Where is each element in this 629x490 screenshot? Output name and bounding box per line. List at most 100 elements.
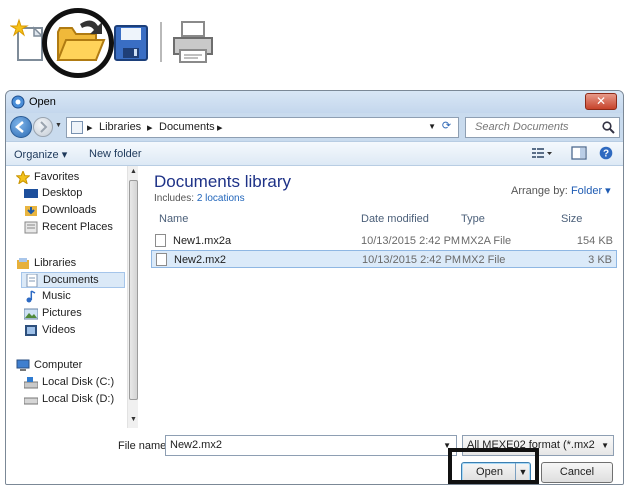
videos-icon <box>25 325 37 336</box>
desktop-icon <box>24 189 38 198</box>
nav-recent-places[interactable]: Recent Places <box>24 220 124 236</box>
cancel-button[interactable]: Cancel <box>541 462 613 483</box>
file-type: MX2A File <box>461 235 512 247</box>
libraries-icon <box>17 258 29 269</box>
close-button[interactable]: ✕ <box>585 93 617 110</box>
library-includes: Includes: 2 locations <box>154 193 245 204</box>
scroll-up-icon[interactable]: ▲ <box>130 168 137 175</box>
documents-icon <box>26 274 38 287</box>
nav-label: Local Disk (D:) <box>42 393 115 405</box>
address-separator: ▸ <box>147 122 153 134</box>
nav-label: Videos <box>42 324 76 336</box>
scroll-down-icon[interactable]: ▼ <box>130 416 137 423</box>
search-placeholder: Search Documents <box>475 121 569 133</box>
view-options-icon[interactable] <box>531 146 553 160</box>
app-icon <box>11 95 25 109</box>
column-header-name[interactable]: Name <box>159 213 188 225</box>
content-area: Favorites Desktop Downloads Recent Place… <box>6 166 623 428</box>
computer-icon <box>16 359 30 371</box>
system-drive-icon <box>24 377 38 389</box>
highlight-box <box>448 448 539 484</box>
command-bar: Organize ▾ New folder ? <box>6 141 623 166</box>
arrange-label: Arrange by: <box>511 185 568 197</box>
nav-label: Downloads <box>42 204 97 216</box>
search-icon[interactable] <box>602 121 615 134</box>
music-icon <box>26 290 36 303</box>
file-name-input[interactable]: New2.mx2 ▼ <box>165 435 457 456</box>
nav-libraries[interactable]: Libraries <box>16 256 121 272</box>
table-row[interactable]: New1.mx2a 10/13/2015 2:42 PM MX2A File 1… <box>151 232 617 250</box>
dialog-titlebar[interactable]: Open ✕ <box>6 91 623 113</box>
table-row-selected[interactable]: New2.mx2 10/13/2015 2:42 PM MX2 File 3 K… <box>151 250 617 268</box>
nav-downloads[interactable]: Downloads <box>24 203 124 219</box>
file-name: New1.mx2a <box>173 235 232 247</box>
chevron-down-icon[interactable]: ▼ <box>601 441 609 450</box>
nav-music[interactable]: Music <box>24 289 124 305</box>
organize-menu[interactable]: Organize ▾ <box>14 148 67 161</box>
open-dialog: Open ✕ ▼ ▸ Libraries ▸ Documents ▸ ▼ ⟳ S… <box>5 90 624 485</box>
nav-label: Recent Places <box>42 221 113 233</box>
nav-scrollbar[interactable]: ▲ ▼ <box>127 166 138 428</box>
nav-computer[interactable]: Computer <box>16 358 121 374</box>
star-icon <box>16 171 30 184</box>
address-bar[interactable]: ▸ Libraries ▸ Documents ▸ ▼ ⟳ <box>66 117 459 138</box>
nav-label: Libraries <box>34 257 77 269</box>
nav-local-disk-d[interactable]: Local Disk (D:) <box>24 392 124 408</box>
recent-places-icon <box>24 221 38 234</box>
forward-button[interactable] <box>33 117 53 137</box>
nav-label: Documents <box>43 274 99 286</box>
scroll-thumb[interactable] <box>129 180 138 400</box>
address-separator: ▸ <box>217 122 223 134</box>
toolbar-separator <box>160 22 162 62</box>
includes-link[interactable]: 2 locations <box>197 193 245 204</box>
nav-pictures[interactable]: Pictures <box>24 306 124 322</box>
help-icon[interactable]: ? <box>599 146 613 160</box>
file-icon <box>155 234 166 247</box>
search-box[interactable]: Search Documents <box>465 117 620 138</box>
nav-label: Desktop <box>42 187 83 199</box>
forward-arrow-icon <box>40 121 48 133</box>
back-arrow-icon <box>15 121 24 133</box>
arrange-dropdown[interactable]: Folder ▾ <box>571 185 611 197</box>
nav-videos[interactable]: Videos <box>24 323 124 339</box>
nav-favorites[interactable]: Favorites <box>16 170 121 186</box>
breadcrumb-libraries[interactable]: Libraries <box>99 121 141 133</box>
file-list-pane: Documents library Includes: 2 locations … <box>139 166 623 428</box>
recent-pages-dropdown[interactable]: ▼ <box>55 122 63 130</box>
library-title: Documents library <box>154 172 291 191</box>
address-separator: ▸ <box>87 122 93 134</box>
includes-label: Includes: <box>154 193 195 204</box>
drive-icon <box>24 397 38 405</box>
column-header-date[interactable]: Date modified <box>361 213 429 225</box>
breadcrumb-documents[interactable]: Documents <box>159 121 215 133</box>
file-type: MX2 File <box>462 254 506 266</box>
nav-label: Computer <box>34 359 83 371</box>
file-icon <box>156 253 167 266</box>
file-date: 10/13/2015 2:42 PM <box>362 254 462 266</box>
nav-label: Local Disk (C:) <box>42 376 115 388</box>
nav-desktop[interactable]: Desktop <box>24 186 124 202</box>
navigation-pane: Favorites Desktop Downloads Recent Place… <box>6 166 138 428</box>
nav-documents[interactable]: Documents <box>21 272 125 288</box>
nav-label: Favorites <box>34 171 80 183</box>
column-header-type[interactable]: Type <box>461 213 485 225</box>
save-disk-icon[interactable] <box>113 22 149 62</box>
file-size: 154 KB <box>576 235 613 247</box>
svg-text:?: ? <box>603 149 609 160</box>
nav-label: Pictures <box>42 307 82 319</box>
column-header-size[interactable]: Size <box>561 213 582 225</box>
file-name: New2.mx2 <box>174 254 226 266</box>
refresh-icon[interactable]: ⟳ <box>438 119 455 136</box>
highlight-circle <box>42 8 114 78</box>
file-name-label: File name: <box>118 440 170 452</box>
new-folder-button[interactable]: New folder <box>89 148 142 160</box>
downloads-folder-icon <box>25 206 37 216</box>
navigation-row: ▼ ▸ Libraries ▸ Documents ▸ ▼ ⟳ Search D… <box>6 113 623 141</box>
nav-local-disk-c[interactable]: Local Disk (C:) <box>24 375 124 391</box>
preview-pane-icon[interactable] <box>571 146 587 160</box>
print-icon[interactable] <box>170 20 216 64</box>
address-dropdown-icon[interactable]: ▼ <box>428 122 436 131</box>
file-name-value: New2.mx2 <box>170 439 222 451</box>
back-button[interactable] <box>10 116 32 138</box>
pictures-icon <box>24 308 38 320</box>
